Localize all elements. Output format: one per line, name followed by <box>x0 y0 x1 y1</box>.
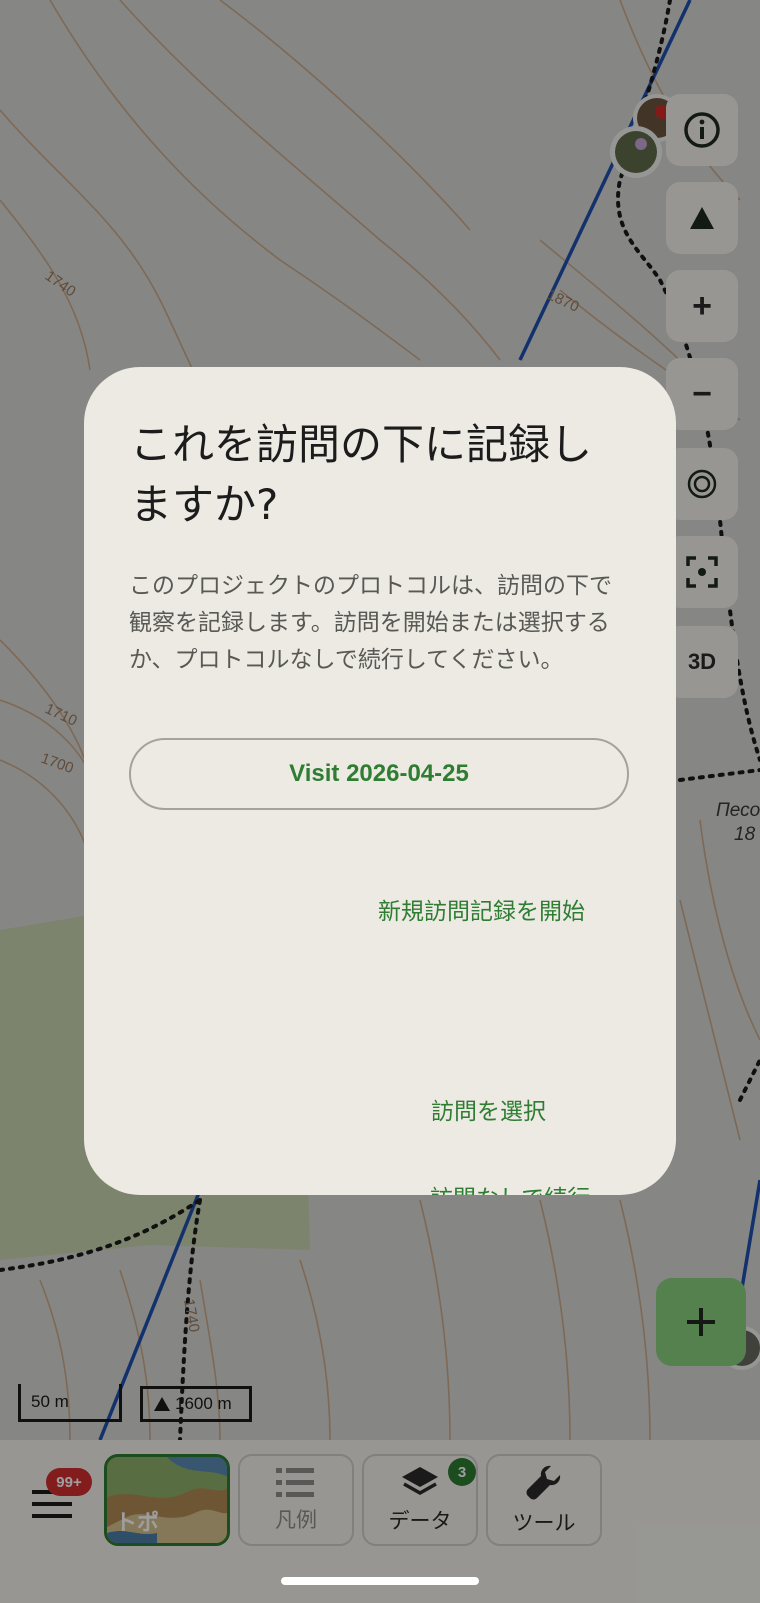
home-indicator[interactable] <box>281 1577 479 1585</box>
start-new-visit-button[interactable]: 新規訪問記録を開始 <box>378 892 585 926</box>
continue-without-visit-button[interactable]: 訪問なしで続行 <box>430 1179 590 1195</box>
existing-visit-label: Visit 2026-04-25 <box>289 760 469 787</box>
dialog-body: このプロジェクトのプロトコルは、訪問の下で観察を記録します。訪問を開始または選択… <box>129 573 612 673</box>
select-visit-button[interactable]: 訪問を選択 <box>431 1092 546 1126</box>
record-under-visit-dialog: これを訪問の下に記録しますか? このプロジェクトのプロトコルは、訪問の下で観察を… <box>84 367 676 1195</box>
existing-visit-button[interactable]: Visit 2026-04-25 <box>129 738 629 810</box>
dialog-title: これを訪問の下に記録しますか? <box>130 420 593 529</box>
